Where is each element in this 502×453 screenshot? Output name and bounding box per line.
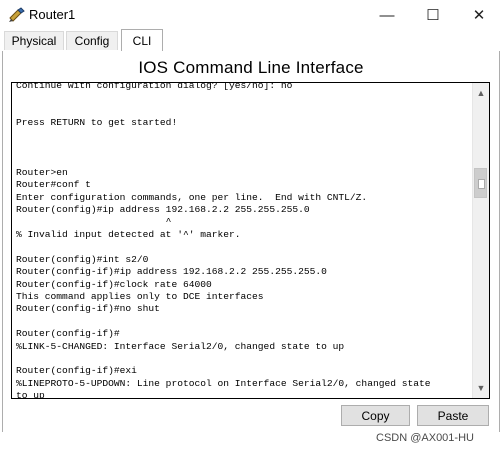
maximize-button[interactable]: ☐ bbox=[410, 0, 456, 30]
scroll-down-icon[interactable]: ▼ bbox=[473, 380, 489, 396]
watermark: CSDN @AX001-HU bbox=[376, 432, 474, 444]
close-button[interactable]: ✕ bbox=[456, 0, 502, 30]
cli-console[interactable]: Continue with configuration dialog? [yes… bbox=[11, 82, 490, 399]
paste-button[interactable]: Paste bbox=[417, 405, 489, 426]
tab-bar: Physical Config CLI bbox=[2, 29, 498, 52]
minimize-button[interactable]: — bbox=[364, 0, 410, 30]
router-icon bbox=[8, 7, 26, 23]
console-output[interactable]: Continue with configuration dialog? [yes… bbox=[16, 83, 476, 398]
scroll-up-icon[interactable]: ▲ bbox=[473, 85, 489, 101]
console-scrollbar[interactable]: ▲ ▼ bbox=[472, 83, 489, 398]
cli-heading: IOS Command Line Interface bbox=[138, 58, 364, 77]
tab-physical[interactable]: Physical bbox=[4, 31, 64, 50]
tab-cli[interactable]: CLI bbox=[121, 29, 163, 52]
title-bar: Router1 — ☐ ✕ bbox=[0, 0, 502, 30]
copy-button[interactable]: Copy bbox=[341, 405, 410, 426]
window-title: Router1 bbox=[29, 7, 76, 22]
scroll-thumb[interactable] bbox=[474, 168, 487, 198]
tab-config[interactable]: Config bbox=[66, 31, 118, 50]
